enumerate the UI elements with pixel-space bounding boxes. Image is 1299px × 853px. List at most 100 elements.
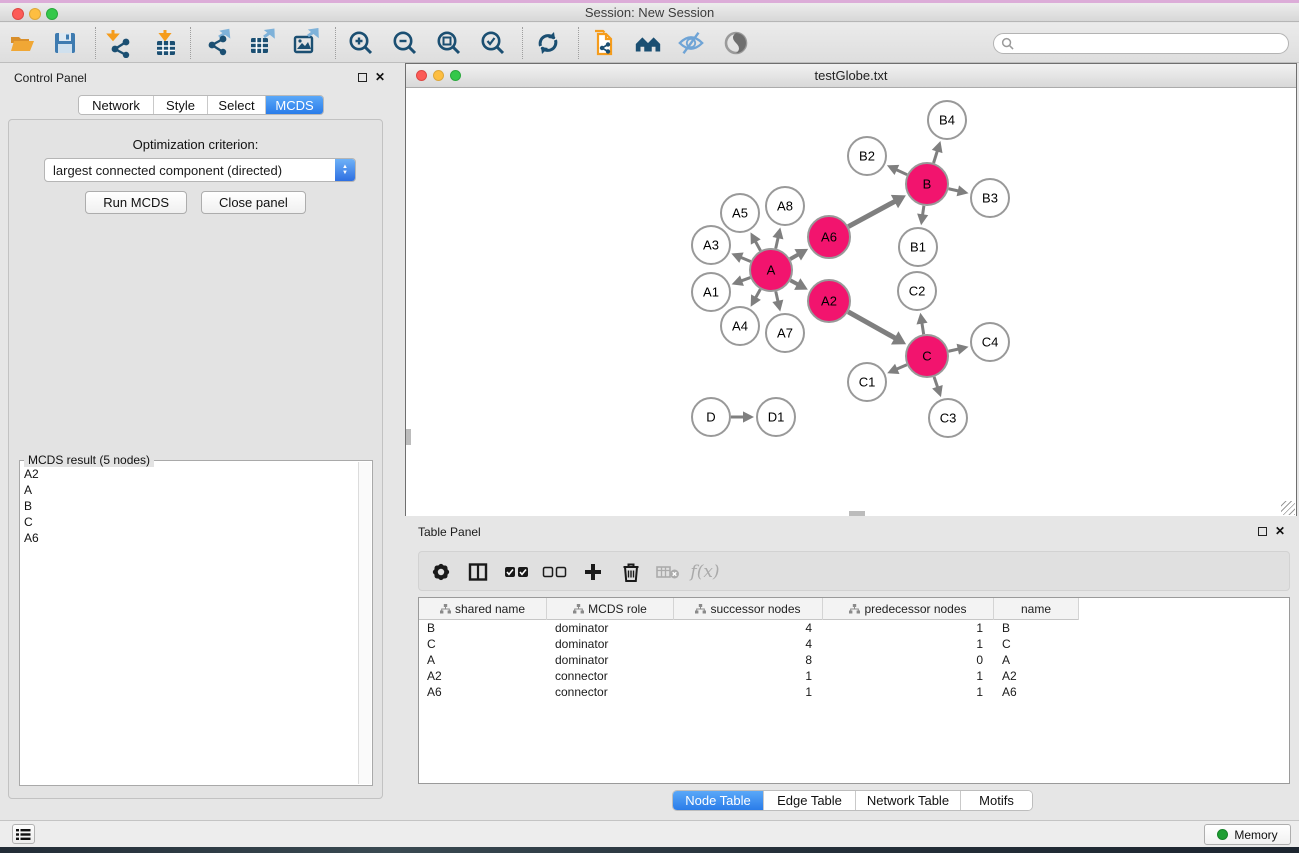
unselect-all-icon[interactable] (541, 558, 569, 586)
tab-edge-table[interactable]: Edge Table (764, 791, 856, 810)
zoom-out-icon[interactable] (390, 28, 420, 58)
memory-status-icon (1217, 829, 1228, 840)
mcds-panel: Optimization criterion: largest connecte… (8, 119, 383, 799)
session-title: Session: New Session (0, 5, 1299, 20)
tab-select[interactable]: Select (208, 96, 266, 114)
graph-node-label-B2: B2 (859, 149, 875, 164)
criterion-value: largest connected component (directed) (45, 163, 335, 178)
table-settings-icon[interactable] (427, 558, 455, 586)
criterion-dropdown[interactable]: largest connected component (directed) ▲… (44, 158, 356, 182)
first-neighbors-icon[interactable] (633, 28, 663, 58)
mcds-result-list: A2ABCA6 (24, 466, 39, 546)
title-bar: Session: New Session (0, 3, 1299, 22)
table-row[interactable]: Cdominator41C (419, 636, 1289, 652)
add-column-icon[interactable] (579, 558, 607, 586)
close-panel-button[interactable]: Close panel (201, 191, 306, 214)
cell-shared-name: A (419, 652, 547, 668)
tab-motifs[interactable]: Motifs (961, 791, 1032, 810)
graph-node-label-D: D (706, 410, 715, 425)
graph-node-label-B1: B1 (910, 240, 926, 255)
graph-node-label-B4: B4 (939, 113, 955, 128)
float-panel-icon[interactable] (358, 73, 367, 82)
graph-edge-A6-B[interactable] (848, 201, 896, 227)
apply-layout-icon[interactable] (533, 28, 563, 58)
column-header-predecessor-nodes[interactable]: predecessor nodes (823, 598, 994, 620)
table-row[interactable]: Bdominator41B (419, 620, 1289, 636)
search-input[interactable] (1018, 35, 1288, 52)
table-row[interactable]: A2connector11A2 (419, 668, 1289, 684)
delete-table-icon[interactable] (654, 558, 682, 586)
task-history-button[interactable] (12, 824, 35, 844)
table-row[interactable]: A6connector11A6 (419, 684, 1289, 700)
table-row[interactable]: Adominator80A (419, 652, 1289, 668)
export-table-icon[interactable] (247, 28, 277, 58)
mcds-scrollbar[interactable] (358, 462, 371, 784)
graph-edge-arrowhead (932, 385, 943, 397)
window-resize-grip[interactable] (1281, 501, 1295, 515)
cell-mcds-role: dominator (547, 636, 674, 652)
cell-shared-name: A6 (419, 684, 547, 700)
cell-successor-nodes: 4 (674, 620, 823, 636)
hide-selected-icon[interactable] (676, 28, 706, 58)
select-all-icon[interactable] (503, 558, 531, 586)
mcds-result-item[interactable]: C (24, 514, 39, 530)
zoom-selected-icon[interactable] (478, 28, 508, 58)
import-table-icon[interactable] (152, 28, 182, 58)
cell-shared-name: C (419, 636, 547, 652)
network-window-titlebar: testGlobe.txt (406, 64, 1296, 88)
cell-shared-name: B (419, 620, 547, 636)
search-box[interactable] (993, 33, 1289, 54)
tab-style[interactable]: Style (154, 96, 208, 114)
export-network-icon[interactable] (204, 28, 234, 58)
mcds-result-item[interactable]: A (24, 482, 39, 498)
table-panel-title: Table Panel (418, 525, 481, 539)
show-column-icon[interactable] (464, 558, 492, 586)
column-header-successor-nodes[interactable]: successor nodes (674, 598, 823, 620)
delete-column-icon[interactable] (617, 558, 645, 586)
column-header-mcds-role[interactable]: MCDS role (547, 598, 674, 620)
memory-button[interactable]: Memory (1204, 824, 1291, 845)
tab-network-table[interactable]: Network Table (856, 791, 961, 810)
graph-edge-arrowhead (957, 185, 969, 196)
graph-node-label-B3: B3 (982, 191, 998, 206)
canvas-scroll-mark-bottom[interactable] (849, 511, 865, 516)
tab-network[interactable]: Network (79, 96, 154, 114)
import-network-icon[interactable] (104, 28, 134, 58)
cell-predecessor-nodes: 0 (823, 652, 994, 668)
mcds-result-item[interactable]: B (24, 498, 39, 514)
new-network-icon[interactable] (590, 28, 620, 58)
canvas-scroll-mark-left[interactable] (406, 429, 411, 445)
tab-mcds[interactable]: MCDS (266, 96, 323, 114)
function-builder-icon[interactable]: f(x) (691, 558, 719, 586)
column-header-shared-name[interactable]: shared name (419, 598, 547, 620)
zoom-in-icon[interactable] (346, 28, 376, 58)
graph-node-label-A1: A1 (703, 285, 719, 300)
column-header-name[interactable]: name (994, 598, 1079, 620)
open-session-icon[interactable] (7, 28, 37, 58)
cell-predecessor-nodes: 1 (823, 668, 994, 684)
mcds-result-item[interactable]: A2 (24, 466, 39, 482)
graph-edge-A2-C[interactable] (848, 312, 896, 339)
close-table-panel-icon[interactable]: ✕ (1275, 527, 1285, 536)
show-all-icon[interactable] (721, 28, 751, 58)
mcds-result-item[interactable]: A6 (24, 530, 39, 546)
cell-shared-name: A2 (419, 668, 547, 684)
table-header-row: shared nameMCDS rolesuccessor nodesprede… (419, 598, 1079, 620)
float-table-panel-icon[interactable] (1258, 527, 1267, 536)
node-table: shared nameMCDS rolesuccessor nodesprede… (418, 597, 1290, 784)
save-session-icon[interactable] (50, 28, 80, 58)
network-canvas[interactable]: AA6A2BCA1A3A4A5A7A8B1B2B3B4C1C2C3C4DD1 (406, 89, 1296, 516)
zoom-fit-icon[interactable] (434, 28, 464, 58)
cell-mcds-role: dominator (547, 620, 674, 636)
run-mcds-button[interactable]: Run MCDS (85, 191, 187, 214)
cell-successor-nodes: 1 (674, 668, 823, 684)
tab-node-table[interactable]: Node Table (673, 791, 764, 810)
table-panel-window-buttons: ✕ (1258, 527, 1285, 536)
graph-edge-B-B4[interactable] (934, 150, 938, 163)
cell-predecessor-nodes: 1 (823, 636, 994, 652)
cell-name: C (994, 636, 1079, 652)
close-panel-icon[interactable]: ✕ (375, 73, 385, 82)
export-image-icon[interactable] (291, 28, 321, 58)
cell-successor-nodes: 4 (674, 636, 823, 652)
graph-edge-arrowhead (917, 214, 928, 226)
